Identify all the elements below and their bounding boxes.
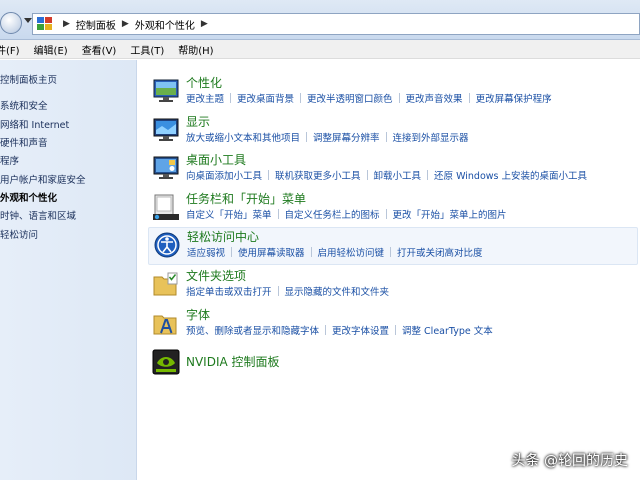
recent-pages-dropdown-icon[interactable] (24, 18, 32, 23)
sidebar-item-clock-language[interactable]: 时钟、语言和区域 (0, 208, 76, 222)
sidebar-item-programs[interactable]: 程序 (0, 153, 19, 167)
display-icon[interactable] (152, 116, 180, 144)
link-uninstall-gadget[interactable]: 卸载小工具 (374, 168, 422, 182)
sidebar-item-hardware-sound[interactable]: 硬件和声音 (0, 135, 48, 149)
link-cleartype[interactable]: 调整 ClearType 文本 (402, 323, 493, 337)
main-content: 个性化 更改主题 更改桌面背景 更改半透明窗口颜色 更改声音效果 更改屏幕保护程… (138, 60, 640, 480)
link-taskbar-icons[interactable]: 自定义任务栏上的图标 (285, 207, 380, 221)
folder-options-icon[interactable] (152, 270, 180, 298)
sidebar-item-appearance[interactable]: 外观和个性化 (0, 190, 57, 204)
breadcrumb-control-panel[interactable]: 控制面板 (76, 17, 116, 32)
category-links: 放大或缩小文本和其他项目 调整屏幕分辨率 连接到外部显示器 (186, 130, 469, 144)
sidebar: 控制面板主页 系统和安全 网络和 Internet 硬件和声音 程序 用户帐户和… (0, 60, 137, 480)
link-external-display[interactable]: 连接到外部显示器 (393, 130, 469, 144)
link-show-hidden-files[interactable]: 显示隐藏的文件和文件夹 (285, 284, 390, 298)
category-display: 显示 放大或缩小文本和其他项目 调整屏幕分辨率 连接到外部显示器 (148, 113, 638, 150)
link-add-gadgets[interactable]: 向桌面添加小工具 (186, 168, 262, 182)
category-title[interactable]: 桌面小工具 (186, 151, 246, 168)
nvidia-icon[interactable] (152, 348, 180, 376)
category-gadgets: 桌面小工具 向桌面添加小工具 联机获取更多小工具 卸载小工具 还原 Window… (148, 151, 638, 188)
taskbar-icon[interactable] (152, 193, 180, 221)
menu-help[interactable]: 帮助(H) (178, 42, 213, 57)
menu-file[interactable]: 件(F) (0, 42, 20, 57)
menu-view[interactable]: 查看(V) (82, 42, 117, 57)
control-panel-icon (37, 17, 53, 31)
link-get-more-gadgets[interactable]: 联机获取更多小工具 (275, 168, 361, 182)
breadcrumb-appearance[interactable]: 外观和个性化 (135, 17, 195, 32)
sidebar-item-network[interactable]: 网络和 Internet (0, 117, 69, 131)
address-toolbar: ▶ 控制面板 ▶ 外观和个性化 ▶ (0, 0, 640, 40)
sidebar-item-user-accounts[interactable]: 用户帐户和家庭安全 (0, 172, 86, 186)
sidebar-item-control-panel-home[interactable]: 控制面板主页 (0, 72, 57, 86)
category-fonts: 字体 预览、删除或者显示和隐藏字体 更改字体设置 调整 ClearType 文本 (148, 306, 638, 343)
category-links: 适应弱视 使用屏幕读取器 启用轻松访问键 打开或关闭高对比度 (187, 245, 483, 259)
link-customize-start-menu[interactable]: 自定义「开始」菜单 (186, 207, 272, 221)
watermark: 头条 @轮回的历史 (511, 453, 628, 469)
link-screen-resolution[interactable]: 调整屏幕分辨率 (313, 130, 380, 144)
link-restore-gadgets[interactable]: 还原 Windows 上安装的桌面小工具 (434, 168, 587, 182)
category-taskbar: 任务栏和「开始」菜单 自定义「开始」菜单 自定义任务栏上的图标 更改「开始」菜单… (148, 190, 638, 227)
fonts-icon[interactable] (152, 309, 180, 337)
link-accessibility-keys[interactable]: 启用轻松访问键 (318, 245, 385, 259)
link-preview-fonts[interactable]: 预览、删除或者显示和隐藏字体 (186, 323, 319, 337)
category-ease-of-access: 轻松访问中心 适应弱视 使用屏幕读取器 启用轻松访问键 打开或关闭高对比度 (148, 227, 638, 265)
link-low-vision[interactable]: 适应弱视 (187, 245, 225, 259)
link-text-size[interactable]: 放大或缩小文本和其他项目 (186, 130, 300, 144)
link-sound-effects[interactable]: 更改声音效果 (406, 91, 463, 105)
breadcrumb-arrow-icon[interactable]: ▶ (122, 19, 129, 29)
menu-bar: 件(F) 编辑(E) 查看(V) 工具(T) 帮助(H) (0, 40, 640, 59)
category-title[interactable]: 显示 (186, 113, 210, 130)
link-high-contrast[interactable]: 打开或关闭高对比度 (397, 245, 483, 259)
address-bar[interactable]: ▶ 控制面板 ▶ 外观和个性化 ▶ (32, 13, 640, 35)
category-personalization: 个性化 更改主题 更改桌面背景 更改半透明窗口颜色 更改声音效果 更改屏幕保护程… (148, 74, 638, 111)
category-nvidia: NVIDIA 控制面板 (148, 345, 638, 382)
ease-of-access-icon[interactable] (153, 231, 181, 259)
link-screen-saver[interactable]: 更改屏幕保护程序 (476, 91, 552, 105)
breadcrumb-arrow-icon[interactable]: ▶ (63, 19, 70, 29)
sidebar-item-system-security[interactable]: 系统和安全 (0, 98, 48, 112)
link-window-color[interactable]: 更改半透明窗口颜色 (307, 91, 393, 105)
back-button[interactable] (0, 12, 22, 34)
category-folder-options: 文件夹选项 指定单击或双击打开 显示隐藏的文件和文件夹 (148, 267, 638, 304)
gadgets-icon[interactable] (152, 154, 180, 182)
link-change-theme[interactable]: 更改主题 (186, 91, 224, 105)
category-links: 更改主题 更改桌面背景 更改半透明窗口颜色 更改声音效果 更改屏幕保护程序 (186, 91, 552, 105)
category-title[interactable]: NVIDIA 控制面板 (186, 353, 280, 370)
link-screen-reader[interactable]: 使用屏幕读取器 (238, 245, 305, 259)
personalization-icon[interactable] (152, 77, 180, 105)
category-links: 预览、删除或者显示和隐藏字体 更改字体设置 调整 ClearType 文本 (186, 323, 493, 337)
link-single-double-click[interactable]: 指定单击或双击打开 (186, 284, 272, 298)
category-title[interactable]: 轻松访问中心 (187, 228, 259, 245)
category-title[interactable]: 个性化 (186, 74, 222, 91)
category-links: 向桌面添加小工具 联机获取更多小工具 卸载小工具 还原 Windows 上安装的… (186, 168, 587, 182)
sidebar-item-ease-of-access[interactable]: 轻松访问 (0, 227, 38, 241)
link-desktop-background[interactable]: 更改桌面背景 (237, 91, 294, 105)
menu-edit[interactable]: 编辑(E) (34, 42, 68, 57)
category-links: 自定义「开始」菜单 自定义任务栏上的图标 更改「开始」菜单上的图片 (186, 207, 507, 221)
link-start-menu-picture[interactable]: 更改「开始」菜单上的图片 (393, 207, 507, 221)
category-links: 指定单击或双击打开 显示隐藏的文件和文件夹 (186, 284, 389, 298)
category-title[interactable]: 任务栏和「开始」菜单 (186, 190, 306, 207)
breadcrumb-arrow-icon[interactable]: ▶ (201, 19, 208, 29)
link-font-settings[interactable]: 更改字体设置 (332, 323, 389, 337)
menu-tools[interactable]: 工具(T) (130, 42, 164, 57)
category-title[interactable]: 文件夹选项 (186, 267, 246, 284)
category-title[interactable]: 字体 (186, 306, 210, 323)
